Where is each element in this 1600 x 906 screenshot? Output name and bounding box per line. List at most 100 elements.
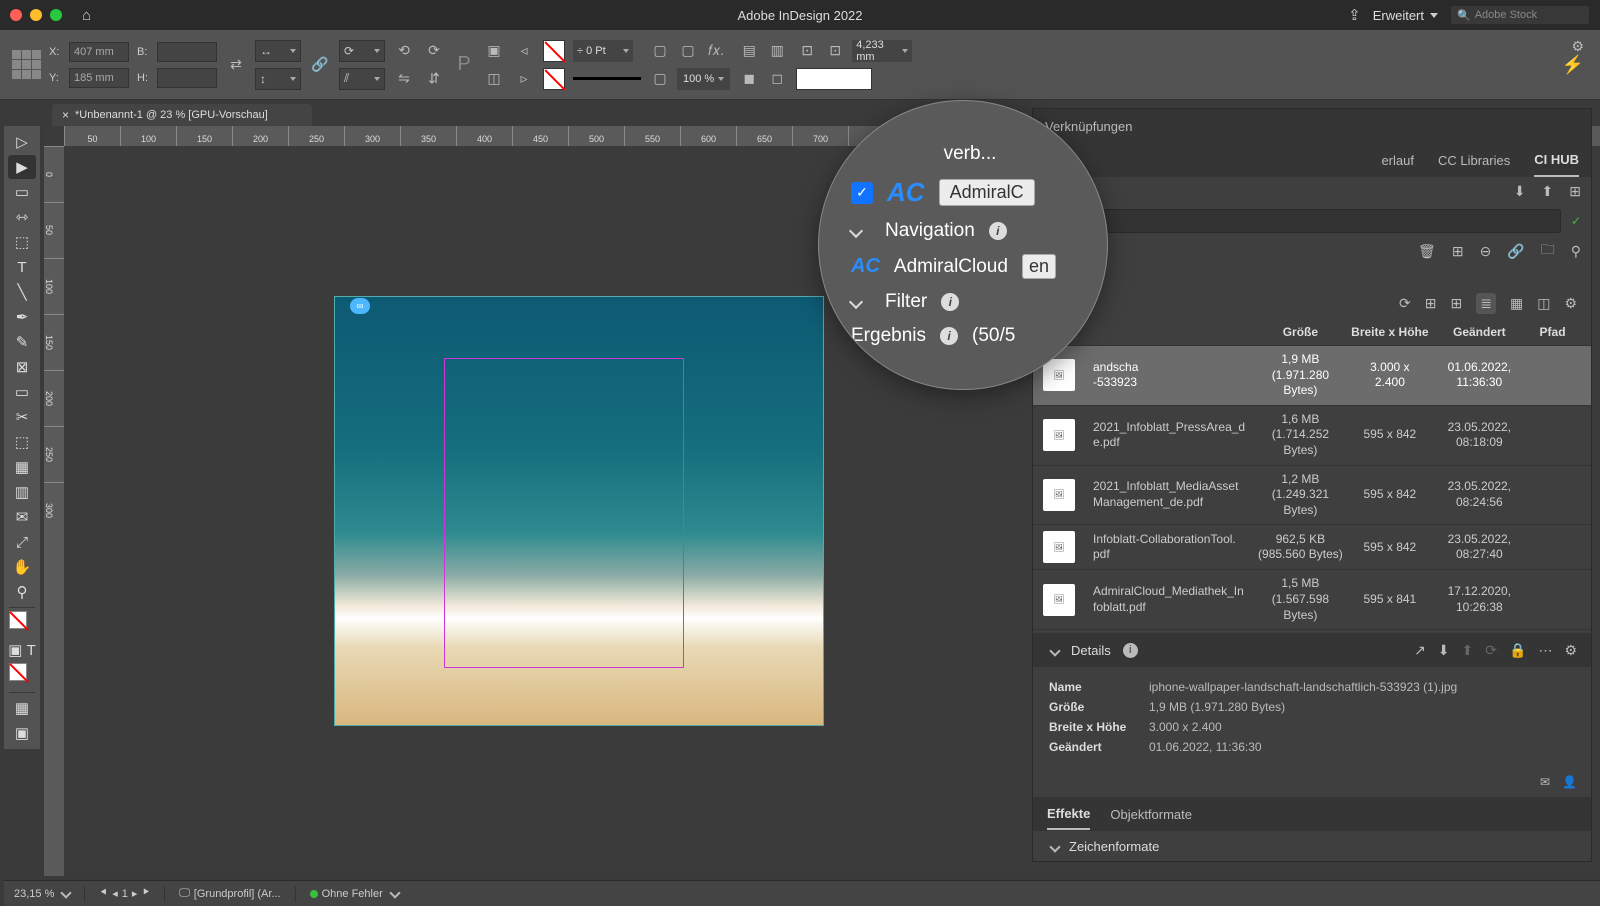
checkbox-admiralcloud[interactable]: ✓ [851, 182, 873, 204]
gradient-swatch-tool[interactable]: ▦ [8, 455, 36, 479]
feather-icon[interactable]: ◻ [766, 68, 788, 90]
fx-icon[interactable]: 𝑓𝑥. [705, 40, 727, 62]
link-badge-icon[interactable]: ∞ [350, 298, 370, 314]
table-row[interactable]: 🖼2021_Infoblatt_MediaAssetManagement_de.… [1033, 465, 1591, 525]
y-input[interactable] [69, 68, 129, 88]
tab-cc-libraries[interactable]: CC Libraries [1438, 145, 1510, 176]
page-nav[interactable]: ⯇◂1▸⯈ [99, 887, 150, 900]
folder-icon[interactable]: 🗀 [1541, 239, 1555, 263]
rotate-dropdown[interactable]: ⟳ [339, 40, 385, 62]
info-icon-result[interactable]: i [940, 327, 958, 345]
lang-input[interactable]: en [1022, 254, 1056, 279]
corner-options-icon[interactable]: ⊡ [796, 40, 818, 62]
mail-icon[interactable]: ✉ [1540, 775, 1550, 789]
adobe-stock-search[interactable]: 🔍Adobe Stock [1450, 5, 1590, 25]
fill-stroke-swatch[interactable] [9, 611, 35, 637]
text-wrap-1-icon[interactable]: ▤ [738, 40, 760, 62]
char-formats-row[interactable]: Zeichenformate [1033, 831, 1591, 861]
rectangle-frame-tool[interactable]: ⊠ [8, 355, 36, 379]
constrain-icon[interactable]: ⇄ [225, 54, 247, 76]
grid-small-icon[interactable]: ⊞ [1425, 295, 1437, 312]
gpu-bolt-icon[interactable]: ⚡ [1562, 54, 1584, 75]
info-icon-nav[interactable]: i [989, 222, 1007, 240]
content-collector-tool[interactable]: ⬚ [8, 230, 36, 254]
measure-input[interactable]: 4,233 mm [852, 40, 912, 62]
tab-ci-hub[interactable]: CI HUB [1534, 144, 1579, 177]
eyedropper-tool[interactable]: ⤢ [8, 530, 36, 554]
table-row[interactable]: 🖼Infoblatt-CollaborationTool.pdf962,5 KB… [1033, 524, 1591, 569]
pen-tool[interactable]: ✒ [8, 305, 36, 329]
table-row[interactable]: 🖼AdmiralCloud_Mediathek_Infoblatt.pdf1,5… [1033, 569, 1591, 629]
select-content-icon[interactable]: ◫ [483, 68, 505, 90]
fill-frame-icon[interactable]: ▢ [649, 68, 671, 90]
rotate-ccw-icon[interactable]: ⟲ [393, 40, 415, 62]
hand-tool[interactable]: ✋ [8, 555, 36, 579]
opacity-input[interactable]: 100 % [677, 68, 730, 90]
page-tool[interactable]: ▭ [8, 180, 36, 204]
user-icon[interactable]: 👤 [1562, 775, 1577, 789]
screen-mode-icon[interactable]: ▣ [8, 721, 36, 745]
direct-selection-tool[interactable]: ▶ [8, 155, 36, 179]
cihub-search-input[interactable] [1043, 209, 1561, 233]
refresh-icon[interactable]: ⟳ [1399, 295, 1411, 312]
flip-v-icon[interactable]: ⇵ [423, 68, 445, 90]
view-mode-icon[interactable]: ▦ [8, 696, 36, 720]
stroke-weight[interactable]: ÷ 0 Pt [573, 40, 633, 62]
list-view-icon[interactable]: ≣ [1476, 293, 1496, 314]
col-size[interactable]: Größe [1256, 325, 1345, 339]
link-scale-icon[interactable]: 🔗 [309, 54, 331, 76]
zoom-display[interactable]: 23,15 % [14, 888, 70, 900]
tab-object-formats[interactable]: Objektformate [1110, 800, 1192, 829]
stroke-swatch[interactable] [543, 68, 565, 90]
download-asset-icon[interactable]: ⬇ [1438, 642, 1450, 659]
chevron-down-icon[interactable] [1047, 643, 1059, 658]
upload-icon[interactable]: ⬆ [1542, 183, 1554, 200]
info-icon[interactable]: i [1123, 643, 1138, 658]
col-path[interactable]: Pfad [1524, 325, 1581, 339]
fill-swatch[interactable] [543, 40, 565, 62]
download-icon[interactable]: ⬇ [1514, 183, 1526, 200]
add-view-icon[interactable]: ⊞ [1451, 295, 1463, 312]
zoom-out-icon[interactable]: ⊖ [1480, 243, 1492, 260]
stroke-style[interactable] [573, 68, 641, 90]
detail-view-icon[interactable]: ◫ [1537, 295, 1550, 312]
col-dims[interactable]: Breite x Höhe [1345, 325, 1434, 339]
pencil-tool[interactable]: ✎ [8, 330, 36, 354]
gradient-feather-tool[interactable]: ▥ [8, 480, 36, 504]
fit-content-icon[interactable]: ▢ [677, 40, 699, 62]
object-style-dropdown[interactable] [796, 68, 872, 90]
gear-icon[interactable]: ⚙ [1564, 295, 1577, 312]
gap-tool[interactable]: ⇿ [8, 205, 36, 229]
check-icon[interactable]: ✓ [1571, 214, 1581, 228]
minimize-window-button[interactable] [30, 9, 42, 21]
chevron-down-icon-m1[interactable] [849, 224, 863, 238]
maximize-window-button[interactable] [50, 9, 62, 21]
more-icon[interactable]: ⋯ [1538, 642, 1552, 659]
open-external-icon[interactable]: ↗ [1414, 642, 1426, 659]
tab-verlauf[interactable]: erlauf [1381, 145, 1414, 176]
scissors-tool[interactable]: ✂ [8, 405, 36, 429]
line-tool[interactable]: ╲ [8, 280, 36, 304]
control-settings-icon[interactable]: ⚙ [1571, 38, 1584, 55]
zoom-tool[interactable]: ⚲ [8, 580, 36, 604]
selection-frame[interactable] [444, 358, 684, 668]
height-input[interactable] [157, 68, 217, 88]
add-panel-icon[interactable]: ⊞ [1452, 243, 1464, 260]
default-colors-swatch[interactable] [9, 663, 35, 689]
apply-color-icon[interactable]: ▣ T [8, 638, 36, 662]
drop-shadow-icon[interactable]: ◼ [738, 68, 760, 90]
select-prev-icon[interactable]: ◃ [513, 40, 535, 62]
link-icon[interactable]: 🔗 [1507, 243, 1524, 260]
search-icon[interactable]: ⚲ [1571, 243, 1581, 260]
workspace-switcher[interactable]: Erweitert [1373, 8, 1438, 23]
table-row[interactable]: 🖼2021_Infoblatt_PressArea_de.pdf1,6 MB(1… [1033, 405, 1591, 465]
rectangle-tool[interactable]: ▭ [8, 380, 36, 404]
type-tool[interactable]: T [8, 255, 36, 279]
reference-point-grid[interactable] [12, 50, 41, 79]
select-container-icon[interactable]: ▣ [483, 40, 505, 62]
selection-tool[interactable]: ▷ [8, 130, 36, 154]
width-input[interactable] [157, 42, 217, 62]
col-modified[interactable]: Geändert [1435, 325, 1524, 339]
preflight-status[interactable]: Ohne Fehler [310, 888, 399, 900]
tab-effects[interactable]: Effekte [1047, 799, 1090, 830]
